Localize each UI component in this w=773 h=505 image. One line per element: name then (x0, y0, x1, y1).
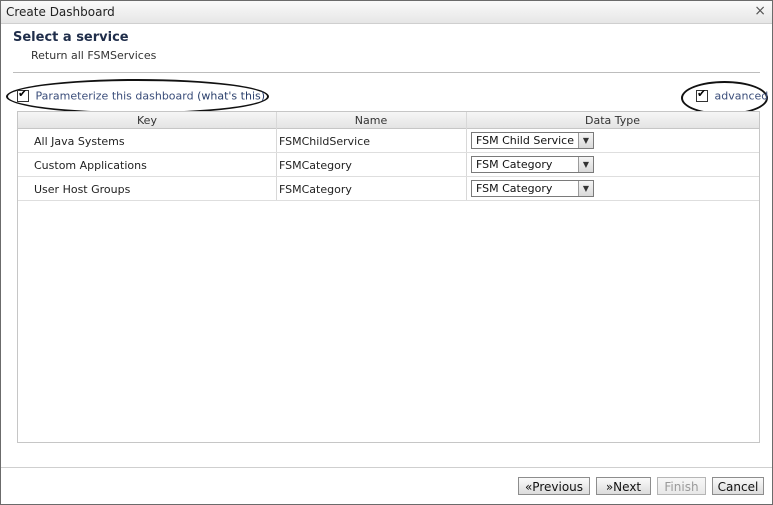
title-bar: Create Dashboard × (1, 1, 772, 24)
data-type-select[interactable]: FSM Child Service ▼ (471, 132, 594, 149)
parameterize-option: ✔ Parameterize this dashboard (what's th… (17, 87, 265, 105)
table-row[interactable]: User Host Groups FSMCategory FSM Categor… (18, 177, 759, 201)
advanced-checkbox[interactable]: ✔ (696, 87, 708, 102)
chevron-down-icon[interactable]: ▼ (578, 133, 593, 148)
cell-name: FSMCategory (279, 183, 352, 196)
window-title: Create Dashboard (6, 5, 115, 19)
data-type-select[interactable]: FSM Category ▼ (471, 180, 594, 197)
data-type-select[interactable]: FSM Category ▼ (471, 156, 594, 173)
close-icon[interactable]: × (754, 3, 766, 19)
data-type-value: FSM Child Service (476, 134, 575, 147)
cell-key: Custom Applications (34, 159, 147, 172)
page-title: Select a service (13, 30, 129, 45)
cancel-button[interactable]: Cancel (712, 477, 764, 495)
table-row[interactable]: Custom Applications FSMCategory FSM Cate… (18, 153, 759, 177)
chevron-down-icon[interactable]: ▼ (578, 181, 593, 196)
whats-this-link[interactable]: (what's this) (197, 90, 265, 103)
chevron-down-icon[interactable]: ▼ (578, 157, 593, 172)
column-header-name[interactable]: Name (276, 114, 466, 127)
advanced-label[interactable]: advanced (715, 90, 769, 103)
cell-name: FSMCategory (279, 159, 352, 172)
checkmark-icon: ✔ (697, 87, 707, 100)
page-subtitle: Return all FSMServices (31, 49, 157, 62)
grid-header: Key Name Data Type (18, 112, 759, 129)
create-dashboard-dialog: Create Dashboard × Select a service Retu… (0, 0, 773, 505)
checkmark-icon: ✔ (18, 87, 28, 100)
column-header-data-type[interactable]: Data Type (466, 114, 759, 127)
cell-name: FSMChildService (279, 135, 371, 148)
cell-key: User Host Groups (34, 183, 131, 196)
data-type-value: FSM Category (476, 158, 553, 171)
finish-button[interactable]: Finish (657, 477, 706, 495)
parameterize-label[interactable]: Parameterize this dashboard (36, 90, 194, 103)
parameters-grid: Key Name Data Type All Java Systems FSMC… (17, 111, 760, 443)
footer-divider (1, 467, 772, 468)
next-button[interactable]: »Next (596, 477, 651, 495)
header-divider (13, 72, 760, 73)
column-header-key[interactable]: Key (18, 114, 276, 127)
data-type-value: FSM Category (476, 182, 553, 195)
advanced-option: ✔ advanced (696, 87, 769, 105)
cell-key: All Java Systems (34, 135, 125, 148)
parameterize-checkbox[interactable]: ✔ (17, 87, 29, 102)
previous-button[interactable]: «Previous (518, 477, 590, 495)
table-row[interactable]: All Java Systems FSMChildService FSM Chi… (18, 129, 759, 153)
